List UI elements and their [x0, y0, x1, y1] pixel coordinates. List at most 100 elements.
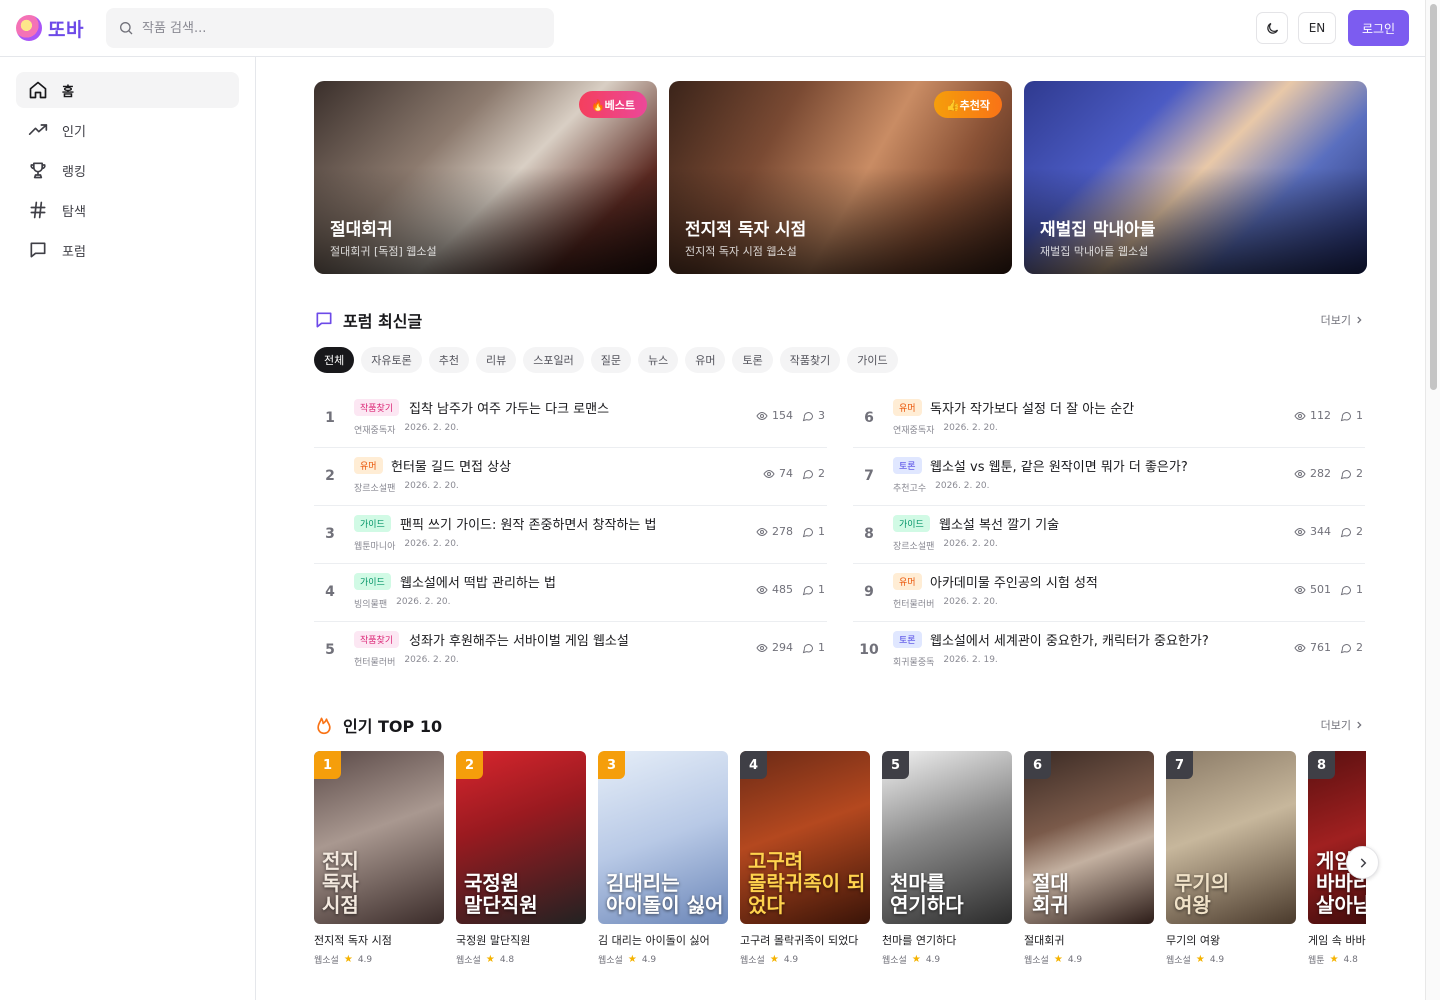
language-button[interactable]: EN — [1298, 12, 1336, 44]
post-tag[interactable]: 유머 — [893, 399, 922, 416]
post-author[interactable]: 웹툰마니아 — [354, 539, 395, 552]
post-author[interactable]: 추천고수 — [893, 481, 926, 494]
filter-chip-guide[interactable]: 가이드 — [847, 347, 898, 373]
post-author[interactable]: 장르소설팬 — [354, 481, 395, 494]
banner-subtitle: 재벌집 막내아들 웹소설 — [1040, 245, 1149, 258]
work-card[interactable]: 국정원 말단직원 2 국정원 말단직원 웹소설 ★ 4.8 — [456, 751, 586, 966]
sidebar-item-home[interactable]: 홈 — [16, 72, 239, 108]
scrollbar-thumb[interactable] — [1430, 4, 1437, 390]
filter-chip-debate[interactable]: 토론 — [732, 347, 773, 373]
forum-post-row[interactable]: 2 유머 헌터물 길드 면접 상상 장르소설팬 2026. 2. 20. 74 2 — [314, 448, 827, 506]
sidebar-item-ranking[interactable]: 랭킹 — [16, 152, 239, 188]
work-cover[interactable]: 무기의 여왕 7 — [1166, 751, 1296, 924]
filter-chip-free[interactable]: 자유토론 — [361, 347, 422, 373]
work-cover[interactable]: 김대리는 아이돌이 싫어 3 — [598, 751, 728, 924]
post-author[interactable]: 헌터물러버 — [354, 655, 395, 668]
work-card[interactable]: 전지 독자 시점 1 전지적 독자 시점 웹소설 ★ 4.9 — [314, 751, 444, 966]
filter-chip-all[interactable]: 전체 — [314, 347, 355, 373]
work-cover[interactable]: 전지 독자 시점 1 — [314, 751, 444, 924]
filter-chip-question[interactable]: 질문 — [590, 347, 631, 373]
post-author[interactable]: 연재중독자 — [893, 423, 934, 436]
banner-card[interactable]: 재벌집 막내아들 재벌집 막내아들 웹소설 — [1024, 81, 1367, 274]
post-date: 2026. 2. 20. — [404, 423, 459, 433]
filter-chip-spoiler[interactable]: 스포일러 — [523, 347, 584, 373]
post-author[interactable]: 장르소설팬 — [893, 539, 934, 552]
work-cover[interactable]: 국정원 말단직원 2 — [456, 751, 586, 924]
work-rating: 4.8 — [499, 954, 515, 965]
post-title[interactable]: 집착 남주가 여주 가두는 다크 로맨스 — [409, 398, 609, 417]
post-author[interactable]: 연재중독자 — [354, 423, 395, 436]
post-tag[interactable]: 가이드 — [893, 515, 930, 532]
work-title[interactable]: 국정원 말단직원 — [456, 932, 586, 948]
post-title[interactable]: 팬픽 쓰기 가이드: 원작 존중하면서 창작하는 법 — [400, 514, 656, 533]
work-title[interactable]: 천마를 연기하다 — [882, 932, 1012, 948]
work-title[interactable]: 게임 속 바바 — [1308, 932, 1366, 948]
star-icon: ★ — [1195, 954, 1205, 965]
work-card[interactable]: 고구려 몰락귀족이 되었다 4 고구려 몰락귀족이 되었다 웹소설 ★ 4.9 — [740, 751, 870, 966]
forum-post-row[interactable]: 4 가이드 웹소설에서 떡밥 관리하는 법 빙의물팬 2026. 2. 20. 485 1 — [314, 564, 827, 622]
post-tag[interactable]: 가이드 — [354, 515, 391, 532]
post-meta: 헌터물러버 2026. 2. 20. — [893, 597, 998, 610]
post-tag[interactable]: 작품찾기 — [354, 631, 400, 648]
work-title[interactable]: 무기의 여왕 — [1166, 932, 1296, 948]
forum-post-row[interactable]: 10 토론 웹소설에서 세계관이 중요한가, 캐릭터가 중요한가? 회귀물중독 2026… — [853, 622, 1365, 680]
work-card[interactable]: 김대리는 아이돌이 싫어 3 김 대리는 아이돌이 싫어 웹소설 ★ 4.9 — [598, 751, 728, 966]
post-tag[interactable]: 토론 — [893, 457, 922, 474]
work-title[interactable]: 김 대리는 아이돌이 싫어 — [598, 932, 728, 948]
work-cover[interactable]: 천마를 연기하다 5 — [882, 751, 1012, 924]
search-box[interactable] — [106, 8, 554, 48]
post-tag[interactable]: 작품찾기 — [354, 399, 400, 416]
filter-chip-humor[interactable]: 유머 — [685, 347, 726, 373]
forum-post-row[interactable]: 3 가이드 팬픽 쓰기 가이드: 원작 존중하면서 창작하는 법 웹툰마니아 2026.… — [314, 506, 827, 564]
forum-post-row[interactable]: 9 유머 아카데미물 주인공의 시험 성적 헌터물러버 2026. 2. 20. 501 1 — [853, 564, 1365, 622]
post-author[interactable]: 헌터물러버 — [893, 597, 934, 610]
post-title[interactable]: 웹소설에서 세계관이 중요한가, 캐릭터가 중요한가? — [930, 630, 1209, 649]
post-tag[interactable]: 유머 — [354, 457, 383, 474]
work-title[interactable]: 전지적 독자 시점 — [314, 932, 444, 948]
sidebar-item-forum[interactable]: 포럼 — [16, 232, 239, 268]
forum-post-row[interactable]: 8 가이드 웹소설 복선 깔기 기술 장르소설팬 2026. 2. 20. 344 2 — [853, 506, 1365, 564]
theme-toggle-button[interactable] — [1256, 12, 1288, 44]
post-title[interactable]: 독자가 작가보다 설정 더 잘 아는 순간 — [930, 398, 1134, 417]
work-title[interactable]: 고구려 몰락귀족이 되었다 — [740, 932, 870, 948]
post-date: 2026. 2. 20. — [404, 655, 459, 665]
login-button[interactable]: 로그인 — [1348, 10, 1409, 46]
search-input[interactable] — [142, 20, 522, 36]
banner-card[interactable]: 👍추천작 전지적 독자 시점 전지적 독자 시점 웹소설 — [669, 81, 1012, 274]
post-title[interactable]: 헌터물 길드 면접 상상 — [391, 456, 511, 475]
work-cover[interactable]: 게임 속 바바리 살아남8 — [1308, 751, 1366, 924]
filter-chip-find-work[interactable]: 작품찾기 — [779, 347, 841, 373]
post-title[interactable]: 웹소설 vs 웹툰, 같은 원작이면 뭐가 더 좋은가? — [930, 456, 1188, 475]
carousel-next-button[interactable] — [1346, 846, 1379, 879]
filter-chip-news[interactable]: 뉴스 — [637, 347, 679, 373]
logo[interactable]: 또바 — [16, 12, 84, 44]
top10-more-link[interactable]: 더보기 — [1321, 717, 1364, 733]
work-title[interactable]: 절대회귀 — [1024, 932, 1154, 948]
forum-post-row[interactable]: 1 작품찾기 집착 남주가 여주 가두는 다크 로맨스 연재중독자 2026. 2. 2… — [314, 390, 827, 448]
post-author[interactable]: 빙의물팬 — [354, 597, 387, 610]
work-card[interactable]: 천마를 연기하다 5 천마를 연기하다 웹소설 ★ 4.9 — [882, 751, 1012, 966]
post-tag[interactable]: 유머 — [893, 573, 922, 590]
forum-post-row[interactable]: 5 작품찾기 성좌가 후원해주는 서바이벌 게임 웹소설 헌터물러버 2026. 2. … — [314, 622, 827, 680]
post-title[interactable]: 아카데미물 주인공의 시험 성적 — [930, 572, 1098, 591]
banner-card[interactable]: 🔥베스트 절대회귀 절대회귀 [독점] 웹소설 — [314, 81, 657, 274]
work-card[interactable]: 무기의 여왕 7 무기의 여왕 웹소설 ★ 4.9 — [1166, 751, 1296, 966]
filter-chip-recommend[interactable]: 추천 — [428, 347, 469, 373]
work-cover[interactable]: 절대 회귀 6 — [1024, 751, 1154, 924]
page-scrollbar[interactable] — [1425, 0, 1440, 1000]
post-tag[interactable]: 가이드 — [354, 573, 391, 590]
post-title[interactable]: 웹소설에서 떡밥 관리하는 법 — [400, 572, 556, 591]
filter-chip-review[interactable]: 리뷰 — [475, 347, 517, 373]
sidebar-item-popular[interactable]: 인기 — [16, 112, 239, 148]
sidebar-item-label: 인기 — [62, 124, 86, 140]
post-title[interactable]: 성좌가 후원해주는 서바이벌 게임 웹소설 — [409, 630, 629, 649]
post-title[interactable]: 웹소설 복선 깔기 기술 — [939, 514, 1059, 533]
post-author[interactable]: 회귀물중독 — [893, 655, 934, 668]
forum-post-row[interactable]: 6 유머 독자가 작가보다 설정 더 잘 아는 순간 연재중독자 2026. 2. 20… — [853, 390, 1365, 448]
forum-more-link[interactable]: 더보기 — [1321, 312, 1364, 328]
work-card[interactable]: 절대 회귀 6 절대회귀 웹소설 ★ 4.9 — [1024, 751, 1154, 966]
post-tag[interactable]: 토론 — [893, 631, 922, 648]
work-cover[interactable]: 고구려 몰락귀족이 되었다 4 — [740, 751, 870, 924]
forum-post-row[interactable]: 7 토론 웹소설 vs 웹툰, 같은 원작이면 뭐가 더 좋은가? 추천고수 2026.… — [853, 448, 1365, 506]
sidebar-item-explore[interactable]: 탐색 — [16, 192, 239, 228]
